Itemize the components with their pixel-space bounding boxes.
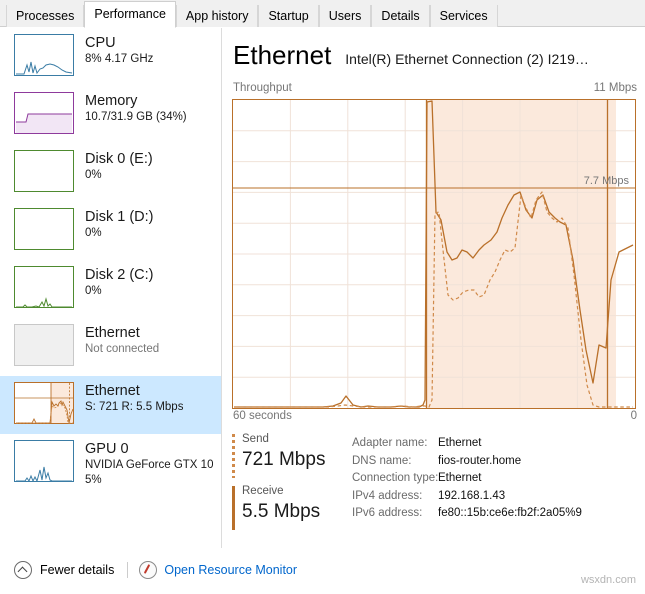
tab-bar: Processes Performance App history Startu…	[0, 0, 645, 28]
stats-section: Send 721 Mbps Receive 5.5 Mbps Adapter n…	[232, 432, 642, 536]
disk0-thumbnail-chart	[14, 150, 74, 192]
sidebar-sub2-gpu0: 5%	[85, 474, 102, 486]
footer-bar: Fewer details Open Resource Monitor	[0, 549, 645, 594]
cpu-thumbnail-chart	[14, 34, 74, 76]
ipv4-key: IPv4 address:	[352, 489, 423, 502]
performance-detail-panel: Ethernet Intel(R) Ethernet Connection (2…	[223, 28, 645, 548]
page-title: Ethernet	[233, 40, 332, 70]
sidebar-sub-disk1: 0%	[85, 227, 102, 239]
sidebar-text-ethernet-disconnected: Ethernet Not connected	[85, 324, 159, 357]
tab-details[interactable]: Details	[371, 5, 430, 27]
chart-max-value: 11 Mbps	[593, 82, 637, 94]
sidebar-sub-cpu: 8% 4.17 GHz	[85, 53, 154, 65]
tab-services[interactable]: Services	[429, 5, 498, 27]
sidebar-sub-disk0: 0%	[85, 169, 102, 181]
sidebar-item-ethernet-active[interactable]: Ethernet S: 721 R: 5.5 Mbps	[0, 376, 221, 434]
sidebar-title-ethernet-disconnected: Ethernet	[85, 325, 140, 341]
footer-divider	[127, 562, 129, 578]
chart-annotation-label: 7.7 Mbps	[584, 175, 630, 187]
connection-type-value: Ethernet	[438, 472, 482, 484]
sidebar-item-cpu[interactable]: CPU 8% 4.17 GHz	[0, 28, 221, 86]
sidebar-item-memory[interactable]: Memory 10.7/31.9 GB (34%)	[0, 86, 221, 144]
receive-value: 5.5 Mbps	[242, 501, 321, 522]
tab-users[interactable]: Users	[318, 5, 372, 27]
sidebar-item-disk1[interactable]: Disk 1 (D:) 0%	[0, 202, 221, 260]
throughput-graph: 7.7 Mbps	[232, 99, 636, 409]
sidebar-title-disk0: Disk 0 (E:)	[85, 151, 153, 167]
sidebar-title-cpu: CPU	[85, 35, 116, 51]
dns-name-key: DNS name:	[352, 454, 412, 467]
sidebar-text-disk2: Disk 2 (C:) 0%	[85, 266, 153, 299]
tab-list: Processes Performance App history Startu…	[0, 0, 645, 28]
adapter-name-key: Adapter name:	[352, 437, 428, 449]
sidebar-item-gpu0[interactable]: GPU 0 NVIDIA GeForce GTX 10 5%	[0, 434, 221, 492]
adapter-row-name: Adapter name: Ethernet	[352, 435, 582, 453]
sidebar-title-disk1: Disk 1 (D:)	[85, 209, 154, 225]
sidebar-item-disk0[interactable]: Disk 0 (E:) 0%	[0, 144, 221, 202]
sidebar-title-ethernet-active: Ethernet	[85, 383, 140, 399]
adapter-row-dns: DNS name: fios-router.home	[352, 453, 582, 471]
adapter-info-table: Adapter name: Ethernet DNS name: fios-ro…	[352, 432, 582, 536]
send-value: 721 Mbps	[242, 449, 326, 470]
resource-sidebar: CPU 8% 4.17 GHz Memory 10.7/31.9 GB (34%…	[0, 28, 222, 548]
ethernet-active-thumbnail-chart	[14, 382, 74, 424]
disk2-thumbnail-chart	[14, 266, 74, 308]
sidebar-text-gpu0: GPU 0 NVIDIA GeForce GTX 10 5%	[85, 440, 213, 488]
ipv4-value: 192.168.1.43	[438, 489, 506, 502]
resource-monitor-icon[interactable]	[139, 561, 158, 579]
throughput-graph-svg: 7.7 Mbps	[233, 100, 635, 408]
gpu0-thumbnail-chart	[14, 440, 74, 482]
chart-axis-row: 60 seconds 0	[233, 410, 637, 426]
adapter-name-value: Ethernet	[438, 437, 482, 449]
sidebar-item-ethernet-disconnected[interactable]: Ethernet Not connected	[0, 318, 221, 376]
sidebar-title-disk2: Disk 2 (C:)	[85, 267, 154, 283]
tab-app-history[interactable]: App history	[175, 5, 259, 27]
tab-performance[interactable]: Performance	[84, 1, 176, 28]
receive-label: Receive	[242, 485, 284, 497]
sidebar-text-disk1: Disk 1 (D:) 0%	[85, 208, 153, 241]
sidebar-title-gpu0: GPU 0	[85, 441, 129, 457]
receive-color-bar	[232, 486, 235, 530]
sidebar-sub-ethernet-disconnected: Not connected	[85, 343, 160, 355]
chart-label-throughput: Throughput	[233, 82, 292, 94]
ethernet-disconnected-thumbnail	[14, 324, 74, 366]
throughput-stats-column: Send 721 Mbps Receive 5.5 Mbps	[232, 432, 344, 536]
sidebar-text-cpu: CPU 8% 4.17 GHz	[85, 34, 153, 67]
ipv6-value: fe80::15b:ce6e:fb2f:2a05%9	[438, 507, 582, 519]
sidebar-item-disk2[interactable]: Disk 2 (C:) 0%	[0, 260, 221, 318]
send-label: Send	[242, 433, 269, 445]
adapter-row-ipv6: IPv6 address: fe80::15b:ce6e:fb2f:2a05%9	[352, 505, 582, 523]
send-color-bar	[232, 434, 235, 478]
footer-content: Fewer details Open Resource Monitor	[0, 549, 645, 579]
fewer-details-button[interactable]: Fewer details	[40, 563, 114, 577]
sidebar-text-memory: Memory 10.7/31.9 GB (34%)	[85, 92, 187, 125]
ipv6-key: IPv6 address:	[352, 507, 423, 519]
send-stat: Send 721 Mbps	[232, 432, 344, 478]
connection-type-key: Connection type:	[352, 472, 439, 484]
sidebar-sub-memory: 10.7/31.9 GB (34%)	[85, 111, 187, 123]
memory-thumbnail-chart	[14, 92, 74, 134]
axis-label-right: 0	[630, 410, 637, 422]
adapter-row-ipv4: IPv4 address: 192.168.1.43	[352, 488, 582, 506]
tab-processes[interactable]: Processes	[6, 5, 85, 27]
sidebar-text-disk0: Disk 0 (E:) 0%	[85, 150, 153, 183]
adapter-row-conn-type: Connection type: Ethernet	[352, 470, 582, 488]
sidebar-sub-disk2: 0%	[85, 285, 102, 297]
receive-stat: Receive 5.5 Mbps	[232, 484, 344, 530]
sidebar-title-memory: Memory	[85, 93, 138, 109]
sidebar-sub-gpu0: NVIDIA GeForce GTX 10	[85, 459, 214, 471]
sidebar-text-ethernet-active: Ethernet S: 721 R: 5.5 Mbps	[85, 382, 183, 415]
open-resource-monitor-link[interactable]: Open Resource Monitor	[164, 563, 297, 577]
tab-startup[interactable]: Startup	[258, 5, 319, 27]
dns-name-value: fios-router.home	[438, 454, 522, 467]
sidebar-sub-ethernet-active: S: 721 R: 5.5 Mbps	[85, 401, 184, 413]
watermark: wsxdn.com	[580, 574, 636, 586]
panel-header: Ethernet Intel(R) Ethernet Connection (2…	[233, 40, 639, 70]
disk1-thumbnail-chart	[14, 208, 74, 250]
chevron-up-icon[interactable]	[14, 561, 32, 579]
adapter-model-label: Intel(R) Ethernet Connection (2) I219…	[345, 51, 589, 67]
axis-label-left: 60 seconds	[233, 410, 292, 422]
chart-header-row: Throughput 11 Mbps	[233, 82, 637, 98]
